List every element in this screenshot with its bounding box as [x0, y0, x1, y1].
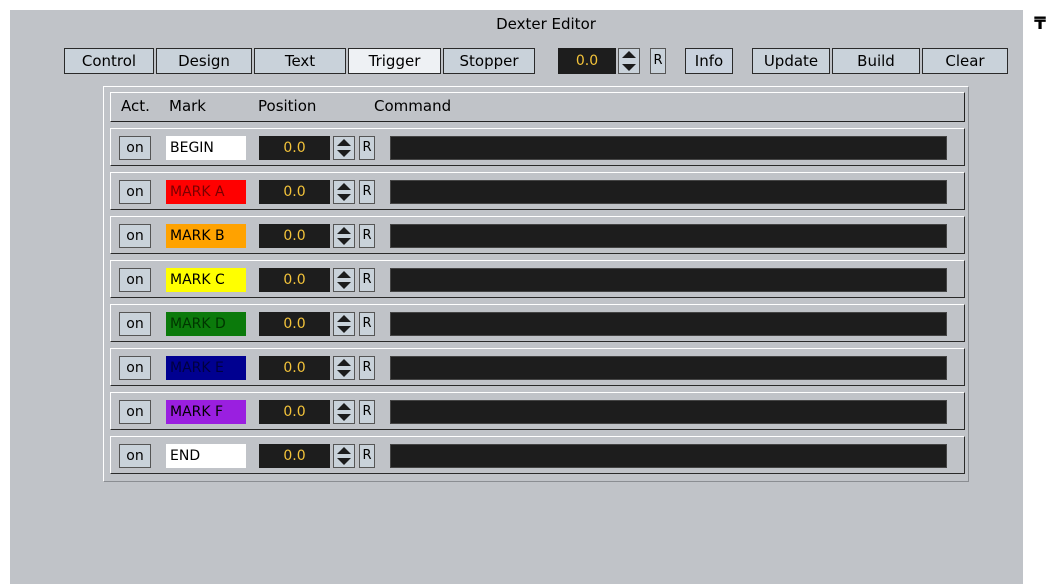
- position-reset-button[interactable]: R: [359, 444, 375, 468]
- build-button[interactable]: Build: [832, 48, 920, 74]
- active-toggle[interactable]: on: [119, 444, 151, 468]
- command-field[interactable]: [390, 224, 947, 248]
- tab-control[interactable]: Control: [64, 48, 154, 74]
- active-toggle[interactable]: on: [119, 356, 151, 380]
- command-field[interactable]: [390, 268, 947, 292]
- position-field[interactable]: 0.0: [259, 224, 330, 248]
- time-value-field[interactable]: 0.0: [558, 48, 616, 74]
- command-field[interactable]: [390, 444, 947, 468]
- clear-button[interactable]: Clear: [922, 48, 1008, 74]
- command-field[interactable]: [390, 136, 947, 160]
- position-field[interactable]: 0.0: [259, 356, 330, 380]
- time-spinner-icon[interactable]: [618, 48, 640, 74]
- pin-icon[interactable]: ₸: [1029, 14, 1051, 34]
- mark-label: MARK F: [166, 400, 246, 424]
- tab-design[interactable]: Design: [156, 48, 252, 74]
- header-mark: Mark: [169, 97, 206, 115]
- table-row: on MARK F 0.0 R: [110, 392, 965, 430]
- tab-stopper[interactable]: Stopper: [443, 48, 535, 74]
- mark-label: MARK B: [166, 224, 246, 248]
- position-field[interactable]: 0.0: [259, 444, 330, 468]
- table-header: [110, 92, 965, 122]
- position-reset-button[interactable]: R: [359, 224, 375, 248]
- command-field[interactable]: [390, 356, 947, 380]
- position-field[interactable]: 0.0: [259, 400, 330, 424]
- position-spinner-icon[interactable]: [333, 356, 355, 380]
- position-field[interactable]: 0.0: [259, 180, 330, 204]
- header-position: Position: [258, 97, 317, 115]
- position-reset-button[interactable]: R: [359, 356, 375, 380]
- active-toggle[interactable]: on: [119, 224, 151, 248]
- command-field[interactable]: [390, 400, 947, 424]
- table-row: on MARK C 0.0 R: [110, 260, 965, 298]
- position-spinner-icon[interactable]: [333, 400, 355, 424]
- window-title: Dexter Editor: [496, 15, 596, 33]
- position-spinner-icon[interactable]: [333, 224, 355, 248]
- active-toggle[interactable]: on: [119, 180, 151, 204]
- position-field[interactable]: 0.0: [259, 268, 330, 292]
- position-reset-button[interactable]: R: [359, 136, 375, 160]
- position-spinner-icon[interactable]: [333, 444, 355, 468]
- table-row: on BEGIN 0.0 R: [110, 128, 965, 166]
- table-row: on END 0.0 R: [110, 436, 965, 474]
- mark-label: MARK E: [166, 356, 246, 380]
- active-toggle[interactable]: on: [119, 312, 151, 336]
- position-field[interactable]: 0.0: [259, 136, 330, 160]
- active-toggle[interactable]: on: [119, 400, 151, 424]
- mark-label: MARK A: [166, 180, 246, 204]
- tab-trigger[interactable]: Trigger: [348, 48, 441, 74]
- command-field[interactable]: [390, 312, 947, 336]
- position-spinner-icon[interactable]: [333, 180, 355, 204]
- position-reset-button[interactable]: R: [359, 180, 375, 204]
- command-field[interactable]: [390, 180, 947, 204]
- mark-label: MARK C: [166, 268, 246, 292]
- header-command: Command: [374, 97, 452, 115]
- position-reset-button[interactable]: R: [359, 312, 375, 336]
- position-reset-button[interactable]: R: [359, 268, 375, 292]
- table-row: on MARK B 0.0 R: [110, 216, 965, 254]
- position-spinner-icon[interactable]: [333, 268, 355, 292]
- mark-label: BEGIN: [166, 136, 246, 160]
- table-row: on MARK E 0.0 R: [110, 348, 965, 386]
- header-act: Act.: [121, 97, 150, 115]
- active-toggle[interactable]: on: [119, 268, 151, 292]
- info-button[interactable]: Info: [685, 48, 733, 74]
- tab-text[interactable]: Text: [254, 48, 346, 74]
- mark-label: END: [166, 444, 246, 468]
- position-spinner-icon[interactable]: [333, 312, 355, 336]
- update-button[interactable]: Update: [752, 48, 830, 74]
- position-spinner-icon[interactable]: [333, 136, 355, 160]
- position-field[interactable]: 0.0: [259, 312, 330, 336]
- mark-label: MARK D: [166, 312, 246, 336]
- active-toggle[interactable]: on: [119, 136, 151, 160]
- time-reset-button[interactable]: R: [650, 48, 666, 74]
- table-row: on MARK D 0.0 R: [110, 304, 965, 342]
- position-reset-button[interactable]: R: [359, 400, 375, 424]
- table-row: on MARK A 0.0 R: [110, 172, 965, 210]
